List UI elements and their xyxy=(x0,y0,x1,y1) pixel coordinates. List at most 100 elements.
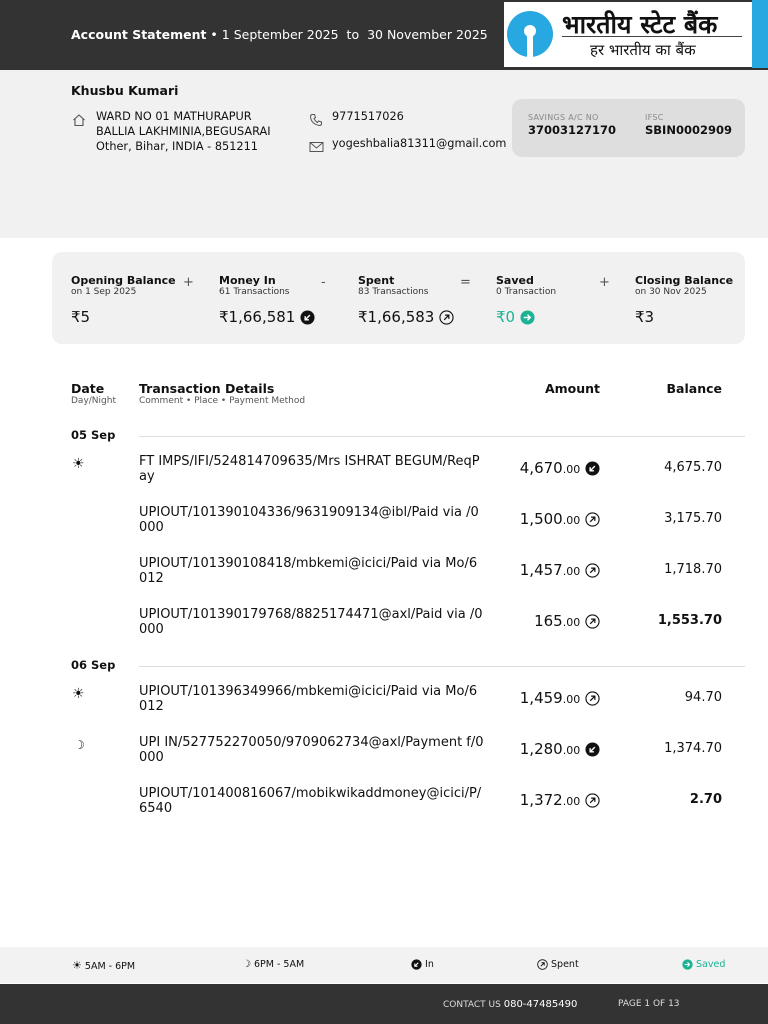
transaction-balance: 1,718.70 xyxy=(664,562,722,577)
transaction-details: UPI IN/527752270050/9709062734@axl/Payme… xyxy=(139,735,484,765)
amount-decimal: .00 xyxy=(562,795,581,808)
logo-divider xyxy=(562,36,742,37)
transaction-details: FT IMPS/IFI/524814709635/Mrs ISHRAT BEGU… xyxy=(139,454,480,484)
date-header-sub: Day/Night xyxy=(71,396,116,406)
saved-icon xyxy=(682,959,693,970)
spent-value: ₹1,66,583 xyxy=(358,308,435,326)
details-header-label: Transaction Details xyxy=(139,381,275,396)
logo-accent xyxy=(752,0,768,68)
date-header-label: Date xyxy=(71,381,105,396)
phone-icon xyxy=(309,114,322,127)
spent-icon xyxy=(537,959,548,970)
amount-integer: 165 xyxy=(534,612,563,630)
legend-bar: ☀ 5AM - 6PM ☽ 6PM - 5AM In Spent Saved xyxy=(0,947,768,983)
money-in-title: Money In xyxy=(219,274,276,287)
spent-icon xyxy=(439,310,454,325)
amount-decimal: .00 xyxy=(562,744,581,757)
mail-icon xyxy=(309,142,324,152)
transaction-amount: 1,457.00 xyxy=(470,561,600,579)
legend-saved: Saved xyxy=(682,959,725,970)
transaction-balance: 1,374.70 xyxy=(664,741,722,756)
money-in-icon xyxy=(411,959,422,970)
legend-day-label: 5AM - 6PM xyxy=(84,961,136,972)
account-details-box: SAVINGS A/C NO 37003127170 IFSC SBIN0002… xyxy=(512,99,745,157)
amount-integer: 1,500 xyxy=(519,510,563,528)
period-to: 30 November 2025 xyxy=(367,27,488,42)
page-indicator: PAGE 1 OF 13 xyxy=(618,999,680,1009)
minus-operator: - xyxy=(321,275,326,290)
saved-value: ₹0 xyxy=(496,308,516,326)
transaction-amount: 1,500.00 xyxy=(470,510,600,528)
balance-summary: Opening Balance on 1 Sep 2025 ₹5 + Money… xyxy=(52,252,745,344)
amount-decimal: .00 xyxy=(562,616,581,629)
legend-in-label: In xyxy=(425,959,434,970)
legend-night-label: 6PM - 5AM xyxy=(254,959,305,970)
address-line: BALLIA LAKHMINIA,BEGUSARAI xyxy=(96,125,271,138)
amount-integer: 1,280 xyxy=(519,740,563,758)
legend-saved-label: Saved xyxy=(696,959,726,970)
amount-decimal: .00 xyxy=(562,463,581,476)
period-sep: to xyxy=(346,27,360,42)
amount-decimal: .00 xyxy=(562,565,581,578)
account-number: 37003127170 xyxy=(528,123,617,137)
details-column-header: Transaction Details Comment • Place • Pa… xyxy=(139,381,305,406)
transaction-amount: 1,372.00 xyxy=(470,791,600,809)
transaction-details: UPIOUT/101390108418/mbkemi@icici/Paid vi… xyxy=(139,556,478,586)
sbi-logo-icon xyxy=(507,11,553,57)
customer-phone: 9771517026 xyxy=(332,110,404,123)
customer-address: WARD NO 01 MATHURAPUR BALLIA LAKHMINIA,B… xyxy=(96,109,271,154)
transaction-amount: 1,280.00 xyxy=(470,740,600,758)
money-in-count: 61 Transactions xyxy=(219,287,290,297)
bank-tagline-hindi: हर भारतीय का बैंक xyxy=(590,41,696,59)
money-in-icon xyxy=(585,742,600,757)
transaction-balance: 2.70 xyxy=(689,792,722,807)
saved: Saved 0 Transaction ₹0 xyxy=(496,274,556,326)
money-in-value: ₹1,66,581 xyxy=(219,308,296,326)
sun-icon: ☀ xyxy=(72,686,85,702)
money-in: Money In 61 Transactions ₹1,66,581 xyxy=(219,274,315,326)
transaction-balance: 4,675.70 xyxy=(664,460,722,475)
period-from: 1 September 2025 xyxy=(221,27,339,42)
amount-integer: 1,457 xyxy=(519,561,563,579)
plus-operator: + xyxy=(183,275,194,290)
spent: Spent 83 Transactions ₹1,66,583 xyxy=(358,274,454,326)
transaction-details: UPIOUT/101396349966/mbkemi@icici/Paid vi… xyxy=(139,684,478,714)
account-number-label: SAVINGS A/C NO xyxy=(528,113,599,122)
legend-night: ☽ 6PM - 5AM xyxy=(242,959,304,970)
date-group-label: 06 Sep xyxy=(71,658,116,672)
opening-balance-value: ₹5 xyxy=(71,308,91,326)
contact-info: CONTACT US 080-47485490 xyxy=(443,999,577,1010)
closing-balance-value: ₹3 xyxy=(635,308,655,326)
ifsc-code: SBIN0002909 xyxy=(645,123,732,137)
spent-icon xyxy=(585,563,600,578)
statement-title-text: Account Statement xyxy=(71,27,207,42)
details-header-sub: Comment • Place • Payment Method xyxy=(139,396,306,406)
sun-icon: ☀ xyxy=(72,959,82,972)
saved-title: Saved xyxy=(496,274,534,287)
spent-icon xyxy=(585,691,600,706)
money-in-icon xyxy=(300,310,315,325)
closing-balance-title: Closing Balance xyxy=(635,274,734,287)
transaction-details: UPIOUT/101390104336/9631909134@ibl/Paid … xyxy=(139,505,479,535)
legend-in: In xyxy=(411,959,434,970)
saved-icon xyxy=(520,310,535,325)
address-line: Other, Bihar, INDIA - 851211 xyxy=(96,140,258,153)
amount-decimal: .00 xyxy=(562,514,581,527)
sun-icon: ☀ xyxy=(72,456,85,472)
date-column-header: Date Day/Night xyxy=(71,381,116,406)
spent-title: Spent xyxy=(358,274,395,287)
plus-operator: + xyxy=(599,275,610,290)
footer-bar: CONTACT US 080-47485490 PAGE 1 OF 13 xyxy=(0,984,768,1024)
customer-email: yogeshbalia81311@gmail.com xyxy=(332,137,507,150)
transaction-amount: 4,670.00 xyxy=(470,459,600,477)
legend-spent-label: Spent xyxy=(551,959,579,970)
ifsc-label: IFSC xyxy=(645,113,664,122)
amount-column-header: Amount xyxy=(544,381,600,396)
group-divider xyxy=(139,666,745,667)
opening-balance: Opening Balance on 1 Sep 2025 ₹5 xyxy=(71,274,176,326)
spent-icon xyxy=(585,793,600,808)
contact-number[interactable]: 080-47485490 xyxy=(504,999,578,1010)
transaction-amount: 165.00 xyxy=(470,612,600,630)
bank-logo: भारतीय स्टेट बैंक हर भारतीय का बैंक xyxy=(504,2,752,67)
legend-day: ☀ 5AM - 6PM xyxy=(72,959,135,972)
